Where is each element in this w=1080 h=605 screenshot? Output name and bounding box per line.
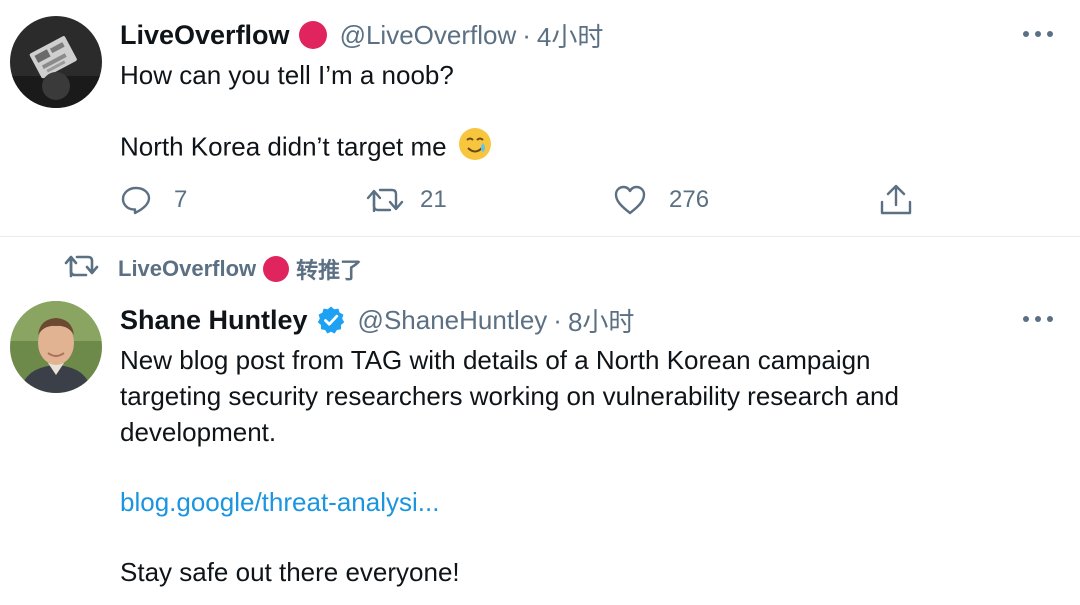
share-icon xyxy=(880,184,912,215)
separator-dot: · xyxy=(522,19,531,50)
tweet-text-line: development. xyxy=(120,417,277,447)
tweet-text-line: How can you tell I’m a noob? xyxy=(120,60,454,90)
like-button[interactable]: 276 xyxy=(613,182,709,218)
tweet-text-line-content: North Korea didn’t target me xyxy=(120,131,447,162)
avatar[interactable] xyxy=(10,301,102,393)
separator-dot: · xyxy=(553,304,562,335)
avatar[interactable] xyxy=(10,16,102,108)
author-name[interactable]: LiveOverflow xyxy=(120,20,290,51)
reply-icon xyxy=(121,186,151,215)
retweet-context: LiveOverflow 转推了 xyxy=(64,251,362,287)
tweet-text-line: targeting security researchers working o… xyxy=(120,381,899,411)
verified-badge-icon xyxy=(316,305,346,335)
red-circle-icon xyxy=(298,20,328,50)
retweeter-name[interactable]: LiveOverflow xyxy=(118,256,256,282)
blog-link[interactable]: blog.google/threat-analysi... xyxy=(120,484,899,520)
tweet-text-line: New blog post from TAG with details of a… xyxy=(120,345,871,375)
red-circle-icon xyxy=(262,255,290,283)
retweet-count: 21 xyxy=(420,186,447,213)
share-button[interactable] xyxy=(878,182,914,218)
tweet-shanehuntley[interactable]: LiveOverflow 转推了 Shane Huntley @ShaneHun… xyxy=(0,237,1080,605)
more-icon[interactable] xyxy=(1018,307,1058,331)
retweet-button[interactable]: 21 xyxy=(366,182,447,218)
retweet-icon xyxy=(366,188,404,213)
reply-button[interactable]: 7 xyxy=(120,182,187,218)
like-count: 276 xyxy=(669,186,710,213)
tweet-header: Shane Huntley @ShaneHuntley · 8小时 xyxy=(120,300,634,340)
author-handle[interactable]: @ShaneHuntley xyxy=(358,305,548,336)
tweet-text: New blog post from TAG with details of a… xyxy=(120,342,899,590)
smiling-tear-emoji-icon xyxy=(458,127,492,170)
heart-icon xyxy=(614,185,646,215)
tweet-text: How can you tell I’m a noob? North Korea… xyxy=(120,57,492,170)
author-handle[interactable]: @LiveOverflow xyxy=(340,20,517,51)
timestamp[interactable]: 4小时 xyxy=(537,17,603,54)
tweet-text-line: Stay safe out there everyone! xyxy=(120,557,460,587)
author-name[interactable]: Shane Huntley xyxy=(120,305,308,336)
reply-count: 7 xyxy=(174,186,188,213)
tweet-liveoverflow[interactable]: LiveOverflow @LiveOverflow · 4小时 How can… xyxy=(0,0,1080,236)
smiling-tear-emoji-svg xyxy=(458,128,491,160)
tweet-text-line: North Korea didn’t target me xyxy=(120,127,492,170)
more-icon[interactable] xyxy=(1018,22,1058,46)
tweet-header: LiveOverflow @LiveOverflow · 4小时 xyxy=(120,15,603,55)
timestamp[interactable]: 8小时 xyxy=(568,302,634,339)
retweet-icon xyxy=(64,252,104,286)
retweet-label: 转推了 xyxy=(296,258,363,283)
